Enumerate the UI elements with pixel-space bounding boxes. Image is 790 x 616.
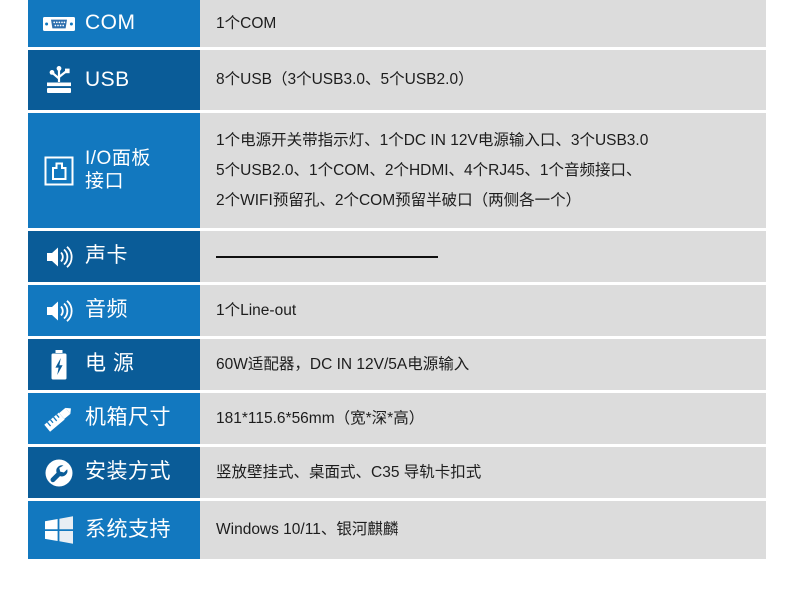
spec-label-cell-sound-card: 声卡 bbox=[28, 231, 200, 282]
table-row: 机箱尺寸 181*115.6*56mm（宽*深*高） bbox=[28, 393, 766, 444]
serial-db9-port-icon bbox=[42, 7, 76, 41]
spec-label-cell-usb: USB bbox=[28, 50, 200, 110]
spec-label-cell-os-support: 系统支持 bbox=[28, 501, 200, 559]
spec-label-text: 声卡 bbox=[85, 244, 128, 268]
empty-value-rule bbox=[216, 255, 438, 258]
spec-value-cell-os-support: Windows 10/11、银河麒麟 bbox=[200, 501, 766, 559]
spec-label-text: I/O面板 接口 bbox=[85, 148, 151, 192]
spec-value-cell-audio: 1个Line-out bbox=[200, 285, 766, 336]
spec-value-line: 60W适配器，DC IN 12V/5A电源输入 bbox=[216, 355, 470, 373]
spec-value-line: 1个Line-out bbox=[216, 301, 297, 319]
spec-value-line: 竖放壁挂式、桌面式、C35 导轨卡扣式 bbox=[216, 463, 482, 481]
spec-label-text: 音频 bbox=[85, 298, 128, 322]
table-row: COM 1个COM bbox=[28, 0, 766, 47]
spec-value-cell-usb: 8个USB（3个USB3.0、5个USB2.0） bbox=[200, 50, 766, 110]
wrench-circle-icon bbox=[42, 456, 76, 490]
io-panel-port-icon bbox=[42, 154, 76, 188]
spec-label-cell-mounting: 安装方式 bbox=[28, 447, 200, 498]
spec-label-text: COM bbox=[85, 11, 136, 35]
table-row: 声卡 bbox=[28, 231, 766, 282]
spec-table: COM 1个COM USB 8个USB（3个USB3.0、5个USB2.0） I… bbox=[28, 0, 766, 562]
table-row: 电 源 60W适配器，DC IN 12V/5A电源输入 bbox=[28, 339, 766, 390]
usb-icon bbox=[42, 63, 76, 97]
spec-value-line: Windows 10/11、银河麒麟 bbox=[216, 521, 399, 538]
spec-label-text: USB bbox=[85, 67, 130, 91]
spec-value-cell-sound-card bbox=[200, 231, 766, 282]
table-row: 系统支持 Windows 10/11、银河麒麟 bbox=[28, 501, 766, 559]
spec-label-cell-chassis-size: 机箱尺寸 bbox=[28, 393, 200, 444]
table-row: 安装方式 竖放壁挂式、桌面式、C35 导轨卡扣式 bbox=[28, 447, 766, 498]
battery-icon bbox=[42, 348, 76, 382]
spec-label-cell-power: 电 源 bbox=[28, 339, 200, 390]
spec-value-line: 5个USB2.0、1个COM、2个HDMI、4个RJ45、1个音频接口、 bbox=[216, 161, 642, 179]
spec-value-line: 1个电源开关带指示灯、1个DC IN 12V电源输入口、3个USB3.0 bbox=[216, 131, 649, 149]
spec-label-text: 电 源 bbox=[85, 352, 135, 376]
spec-value-line: 2个WIFI预留孔、2个COM预留半破口（两侧各一个） bbox=[216, 191, 582, 209]
spec-value-cell-io-panel: 1个电源开关带指示灯、1个DC IN 12V电源输入口、3个USB3.0 5个U… bbox=[200, 113, 766, 228]
ruler-pencil-icon bbox=[42, 402, 76, 436]
spec-value-line: 181*115.6*56mm（宽*深*高） bbox=[216, 409, 425, 427]
spec-value-cell-mounting: 竖放壁挂式、桌面式、C35 导轨卡扣式 bbox=[200, 447, 766, 498]
spec-label-text: 安装方式 bbox=[85, 460, 171, 484]
speaker-icon bbox=[42, 294, 76, 328]
spec-value-cell-com: 1个COM bbox=[200, 0, 766, 47]
windows-logo-icon bbox=[42, 513, 76, 547]
spec-label-cell-audio: 音频 bbox=[28, 285, 200, 336]
table-row: USB 8个USB（3个USB3.0、5个USB2.0） bbox=[28, 50, 766, 110]
spec-label-cell-com: COM bbox=[28, 0, 200, 47]
spec-label-text: 系统支持 bbox=[85, 517, 171, 541]
spec-value-line: 8个USB（3个USB3.0、5个USB2.0） bbox=[216, 71, 474, 88]
spec-label-text: 机箱尺寸 bbox=[85, 406, 171, 430]
spec-value-line: 1个COM bbox=[216, 14, 277, 32]
spec-value-cell-power: 60W适配器，DC IN 12V/5A电源输入 bbox=[200, 339, 766, 390]
table-row: I/O面板 接口 1个电源开关带指示灯、1个DC IN 12V电源输入口、3个U… bbox=[28, 113, 766, 228]
speaker-icon bbox=[42, 240, 76, 274]
spec-value-cell-chassis-size: 181*115.6*56mm（宽*深*高） bbox=[200, 393, 766, 444]
table-row: 音频 1个Line-out bbox=[28, 285, 766, 336]
spec-label-cell-io-panel: I/O面板 接口 bbox=[28, 113, 200, 228]
